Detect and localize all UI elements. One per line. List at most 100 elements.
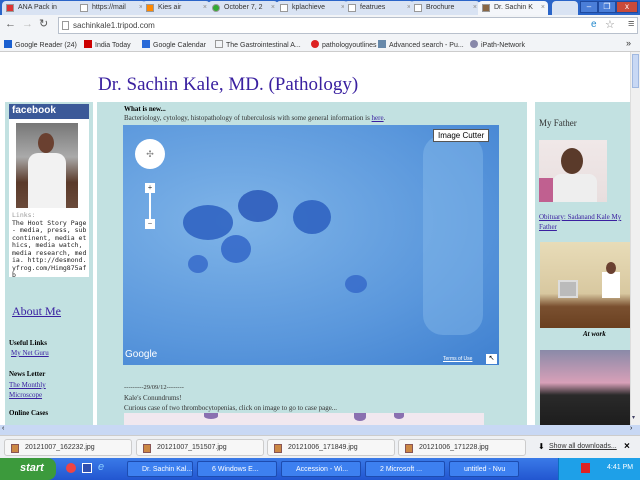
ie-tab-icon[interactable]: e (591, 19, 597, 30)
at-work-caption: At work (583, 330, 606, 338)
downloads-bar: 20121007_162232.jpg 20121007_151507.jpg … (0, 435, 640, 458)
more-bookmarks-icon[interactable]: » (626, 38, 631, 48)
father-photo[interactable] (539, 140, 607, 202)
new-tab-button[interactable] (552, 1, 578, 15)
tab[interactable]: featrues × (344, 1, 414, 15)
taskbar-item[interactable]: 6 Windows E... (197, 461, 277, 477)
image-file-icon (405, 444, 413, 453)
pan-control[interactable]: ✣ (135, 139, 165, 169)
close-icon[interactable]: × (541, 4, 545, 11)
tab[interactable]: Brochure × (410, 1, 480, 15)
google-doodle-icon (212, 4, 220, 12)
left-column: facebook Links: The Hoot Story Page - me… (5, 102, 93, 425)
bookmark[interactable]: pathologyoutlines (311, 40, 377, 49)
bookmark[interactable]: iPath-Network (470, 40, 525, 49)
word-icon[interactable] (82, 463, 92, 473)
taskbar: start e Dr. Sachin Kal... 6 Windows E...… (0, 458, 640, 480)
profile-photo (16, 123, 78, 208)
taskbar-item[interactable]: Accession - Wi... (281, 461, 361, 477)
zoomable-image-viewer[interactable]: ✣ + − Image Cutter Google Terms of Use ↖ (123, 125, 499, 365)
right-column: My Father Obituary: Sadanand Kale My Fat… (535, 102, 630, 425)
close-icon[interactable]: × (624, 441, 630, 452)
case-image[interactable] (124, 413, 484, 425)
download-item[interactable]: 20121006_171228.jpg (398, 439, 526, 456)
links-text: The Hoot Story Page - media, press, subc… (12, 218, 87, 279)
system-tray: 4:41 PM (558, 458, 640, 480)
close-window-button[interactable]: x (616, 1, 638, 13)
tray-icon[interactable] (581, 463, 590, 473)
bookmark[interactable]: Google Reader (24) (4, 40, 77, 49)
horizontal-scrollbar[interactable]: ‹ › (0, 425, 640, 435)
newsletter-heading: News Letter (9, 370, 46, 378)
intro-text: Bacteriology, cytology, histopathology o… (124, 114, 386, 122)
page-icon (215, 40, 223, 48)
scroll-down-icon[interactable]: ▾ (632, 414, 635, 421)
minimize-button[interactable]: – (580, 1, 598, 13)
zoom-out-button[interactable]: − (145, 219, 155, 229)
download-item[interactable]: 20121007_162232.jpg (4, 439, 132, 456)
tab[interactable]: October 7, 2 × (208, 1, 278, 15)
pathology-icon (311, 40, 319, 48)
taskbar-item[interactable]: 2 Microsoft ... (365, 461, 445, 477)
tab[interactable]: https://mail × (76, 1, 146, 15)
terms-link[interactable]: Terms of Use (443, 356, 472, 362)
scroll-left-icon[interactable]: ‹ (2, 425, 4, 432)
here-link[interactable]: here (372, 114, 384, 122)
bookmark[interactable]: Advanced search - Pu... (378, 40, 464, 49)
bookmarks-bar: Google Reader (24) India Today Google Ca… (0, 36, 640, 52)
back-icon[interactable]: ← (5, 18, 16, 30)
web-page: Dr. Sachin Kale, MD. (Pathology) faceboo… (0, 52, 630, 425)
close-icon[interactable]: × (473, 4, 477, 11)
download-item[interactable]: 20121007_151507.jpg (136, 439, 264, 456)
tab-active[interactable]: Dr. Sachin K × (478, 1, 548, 15)
about-me-link[interactable]: About Me (12, 304, 61, 319)
tab[interactable]: ANA Pack in× (2, 1, 84, 15)
menu-icon[interactable]: ≡ (628, 18, 634, 30)
start-button[interactable]: start (0, 458, 56, 480)
tab[interactable]: Kies air × (142, 1, 210, 15)
taskbar-item[interactable]: Dr. Sachin Kal... (127, 461, 193, 477)
address-bar[interactable]: sachinkale1.tripod.com e ☆ (58, 17, 638, 34)
google-logo: Google (125, 349, 158, 360)
vertical-scrollbar[interactable]: ▾ (630, 52, 640, 425)
zoom-in-button[interactable]: + (145, 183, 155, 193)
reader-icon (4, 40, 12, 48)
expand-icon[interactable]: ↖ (486, 354, 497, 364)
taskbar-item[interactable]: untitled - Nvu (449, 461, 519, 477)
show-all-downloads-link[interactable]: Show all downloads... (549, 443, 617, 450)
scroll-right-icon[interactable]: › (630, 425, 632, 432)
online-cases-heading: Online Cases (9, 409, 49, 417)
forward-icon[interactable]: → (22, 18, 33, 30)
maximize-button[interactable]: ❐ (598, 1, 616, 13)
page-icon (414, 4, 422, 12)
download-arrow-icon: ⬇ (538, 442, 545, 451)
chrome-icon[interactable] (66, 463, 76, 473)
page-title: Dr. Sachin Kale, MD. (Pathology) (98, 74, 359, 95)
date-line: ---------29/09/12-------- (124, 384, 184, 391)
zoom-slider[interactable] (149, 193, 151, 221)
download-item[interactable]: 20121006_171849.jpg (267, 439, 395, 456)
kies-icon (146, 4, 154, 12)
obituary-link[interactable]: Obituary: Sadanand Kale My Father (539, 212, 630, 232)
my-net-guru-link[interactable]: My Net Guru (11, 349, 49, 357)
my-father-heading: My Father (539, 118, 577, 128)
tab[interactable]: kplachieve × (276, 1, 348, 15)
india-today-icon (84, 40, 92, 48)
clock: 4:41 PM (607, 464, 634, 471)
bookmark[interactable]: The Gastrointestinal A... (215, 40, 301, 49)
close-icon[interactable]: × (271, 4, 275, 11)
facebook-logo: facebook (9, 104, 89, 119)
calendar-icon (142, 40, 150, 48)
page-icon (280, 4, 288, 12)
facebook-widget[interactable]: facebook Links: The Hoot Story Page - me… (9, 104, 89, 279)
monthly-microscope-link[interactable]: The Monthly Microscope (9, 380, 67, 400)
bookmark[interactable]: India Today (84, 40, 131, 49)
star-icon[interactable]: ☆ (605, 18, 615, 31)
reload-icon[interactable]: ↻ (39, 17, 48, 30)
bookmark[interactable]: Google Calendar (142, 40, 206, 49)
landscape-photo (540, 350, 630, 425)
image-cutter-button[interactable]: Image Cutter (433, 129, 490, 142)
tab-strip: ANA Pack in× https://mail× Kies air× Oct… (0, 0, 640, 15)
close-icon[interactable]: × (203, 4, 207, 11)
ie-icon[interactable]: e (98, 461, 104, 473)
